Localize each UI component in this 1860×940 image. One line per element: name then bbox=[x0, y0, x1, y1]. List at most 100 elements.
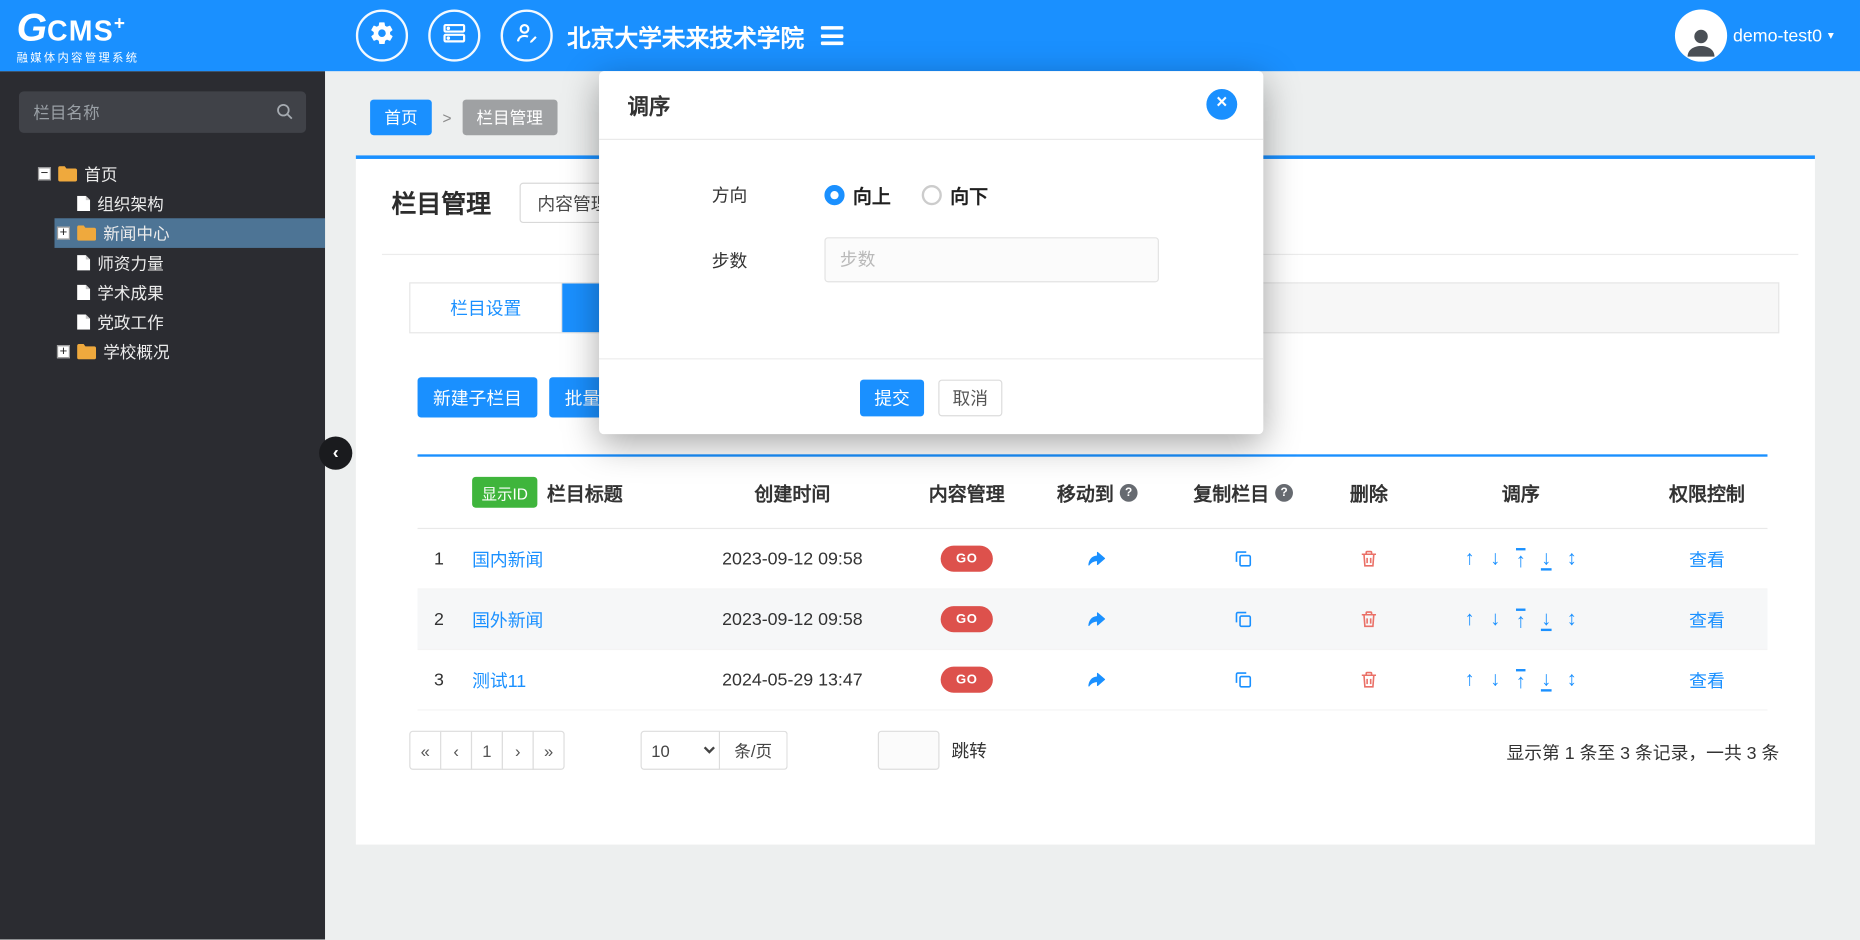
sort-order-dialog: 调序 方向 向上 向下 步数 bbox=[599, 71, 1264, 435]
move-to-bottom-icon[interactable] bbox=[1541, 547, 1552, 570]
custom-sort-icon[interactable] bbox=[1567, 547, 1577, 570]
expand-plus-icon[interactable] bbox=[56, 226, 70, 240]
column-title-link[interactable]: 国内新闻 bbox=[472, 546, 543, 571]
new-child-column-button[interactable]: 新建子栏目 bbox=[417, 377, 538, 418]
tree-item-party[interactable]: 党政工作 bbox=[0, 307, 325, 337]
settings-button[interactable] bbox=[355, 9, 409, 62]
move-to-icon[interactable] bbox=[1085, 547, 1109, 571]
move-to-top-icon[interactable] bbox=[1515, 607, 1526, 631]
first-page-button[interactable]: « bbox=[409, 730, 442, 770]
move-down-icon[interactable] bbox=[1490, 608, 1500, 631]
user-edit-icon bbox=[514, 20, 540, 52]
go-button[interactable]: GO bbox=[940, 545, 993, 572]
account-edit-button[interactable] bbox=[500, 9, 553, 62]
jump-label: 跳转 bbox=[951, 741, 987, 762]
go-button[interactable]: GO bbox=[940, 666, 993, 693]
column-title-link[interactable]: 测试11 bbox=[472, 667, 526, 692]
submit-button[interactable]: 提交 bbox=[860, 378, 925, 416]
header-delete: 删除 bbox=[1349, 485, 1388, 506]
tree-item-news-center[interactable]: 新闻中心 bbox=[0, 218, 326, 248]
sidebar: 首页 组织架构 新闻中心 师资力量 bbox=[0, 71, 326, 940]
table-header-row: 显示ID 栏目标题 创建时间 内容管理 移动到 复制栏目 删除 调序 bbox=[417, 457, 1768, 530]
help-icon[interactable] bbox=[1119, 483, 1138, 502]
steps-input[interactable] bbox=[824, 237, 1159, 283]
custom-sort-icon[interactable] bbox=[1567, 608, 1577, 631]
move-to-top-icon[interactable] bbox=[1515, 668, 1526, 691]
app-logo: G CMS + 融媒体内容管理系统 bbox=[0, 7, 325, 65]
tree-item-org[interactable]: 组织架构 bbox=[0, 189, 325, 219]
sidebar-search bbox=[18, 91, 307, 133]
row-index: 3 bbox=[433, 669, 444, 690]
dialog-footer: 提交 取消 bbox=[599, 358, 1264, 435]
expand-plus-icon[interactable] bbox=[56, 345, 70, 359]
search-icon[interactable] bbox=[274, 101, 295, 122]
page-number-button[interactable]: 1 bbox=[470, 730, 503, 770]
copy-column-icon[interactable] bbox=[1232, 669, 1253, 690]
created-time: 2023-09-12 09:58 bbox=[722, 609, 863, 630]
move-to-top-icon[interactable] bbox=[1515, 547, 1526, 570]
row-index: 1 bbox=[433, 548, 444, 569]
menu-toggle-icon[interactable] bbox=[820, 26, 844, 46]
user-menu[interactable]: demo-test0 bbox=[1674, 9, 1834, 62]
column-title-link[interactable]: 国外新闻 bbox=[472, 607, 543, 632]
last-page-button[interactable]: » bbox=[532, 730, 565, 770]
jump-page-input[interactable] bbox=[877, 730, 940, 770]
delete-icon[interactable] bbox=[1358, 669, 1379, 690]
move-down-icon[interactable] bbox=[1490, 547, 1500, 570]
page-size-group: 10 条/页 bbox=[640, 730, 788, 770]
sidebar-collapse-handle[interactable] bbox=[319, 436, 353, 470]
tree-item-home[interactable]: 首页 bbox=[0, 159, 325, 189]
move-down-icon[interactable] bbox=[1490, 668, 1500, 691]
help-icon[interactable] bbox=[1275, 483, 1293, 502]
radio-unselected-icon[interactable] bbox=[921, 184, 942, 205]
next-page-button[interactable]: › bbox=[501, 730, 534, 770]
header-title: 显示ID 栏目标题 bbox=[460, 476, 702, 508]
tree-item-label: 师资力量 bbox=[97, 253, 164, 273]
table-row: 3 测试11 2024-05-29 13:47 GO ↑ ↓ ↑ ↓ ↕ 查看 bbox=[417, 650, 1768, 711]
radio-up[interactable]: 向上 bbox=[824, 180, 891, 208]
copy-column-icon[interactable] bbox=[1232, 548, 1253, 569]
close-icon[interactable] bbox=[1206, 88, 1238, 120]
breadcrumb-home[interactable]: 首页 bbox=[370, 99, 432, 136]
modules-button[interactable] bbox=[428, 9, 481, 62]
move-up-icon[interactable] bbox=[1465, 547, 1475, 570]
folder-icon bbox=[77, 344, 97, 360]
move-to-icon[interactable] bbox=[1085, 607, 1109, 631]
tree-item-school-overview[interactable]: 学校概况 bbox=[0, 337, 325, 367]
breadcrumb: 首页 > 栏目管理 bbox=[370, 99, 558, 136]
custom-sort-icon[interactable] bbox=[1567, 668, 1577, 691]
radio-down-label: 向下 bbox=[950, 187, 989, 208]
tab-column-settings[interactable]: 栏目设置 bbox=[410, 283, 563, 333]
direction-field: 方向 向上 向下 bbox=[599, 180, 1263, 208]
move-to-bottom-icon[interactable] bbox=[1541, 608, 1552, 631]
go-button[interactable]: GO bbox=[940, 606, 993, 633]
move-up-icon[interactable] bbox=[1465, 608, 1475, 631]
view-permission-link[interactable]: 查看 bbox=[1689, 667, 1725, 692]
tree-item-faculty[interactable]: 师资力量 bbox=[0, 248, 325, 278]
radio-down[interactable]: 向下 bbox=[921, 180, 989, 208]
row-index: 2 bbox=[433, 609, 444, 630]
copy-column-icon[interactable] bbox=[1232, 609, 1253, 630]
tree-item-label: 组织架构 bbox=[97, 193, 164, 213]
pagination-info: 显示第 1 条至 3 条记录，一共 3 条 bbox=[1506, 743, 1780, 764]
delete-icon[interactable] bbox=[1358, 548, 1379, 569]
logo-cms: CMS bbox=[47, 14, 114, 47]
view-permission-link[interactable]: 查看 bbox=[1689, 607, 1725, 632]
dialog-title: 调序 bbox=[627, 94, 671, 119]
document-icon bbox=[77, 284, 91, 301]
header-move: 移动到 bbox=[1051, 478, 1144, 506]
tree-item-academic[interactable]: 学术成果 bbox=[0, 278, 325, 308]
show-id-button[interactable]: 显示ID bbox=[472, 476, 538, 508]
column-search-input[interactable] bbox=[18, 91, 307, 133]
delete-icon[interactable] bbox=[1358, 609, 1379, 630]
cancel-button[interactable]: 取消 bbox=[938, 378, 1003, 416]
move-to-icon[interactable] bbox=[1085, 668, 1109, 692]
view-permission-link[interactable]: 查看 bbox=[1689, 546, 1725, 571]
move-up-icon[interactable] bbox=[1465, 668, 1475, 691]
radio-selected-icon[interactable] bbox=[824, 184, 845, 205]
prev-page-button[interactable]: ‹ bbox=[440, 730, 473, 770]
collapse-minus-icon[interactable] bbox=[37, 167, 52, 181]
page-size-select[interactable]: 10 bbox=[640, 730, 721, 770]
tree-item-label: 学术成果 bbox=[97, 282, 164, 302]
move-to-bottom-icon[interactable] bbox=[1541, 668, 1552, 691]
